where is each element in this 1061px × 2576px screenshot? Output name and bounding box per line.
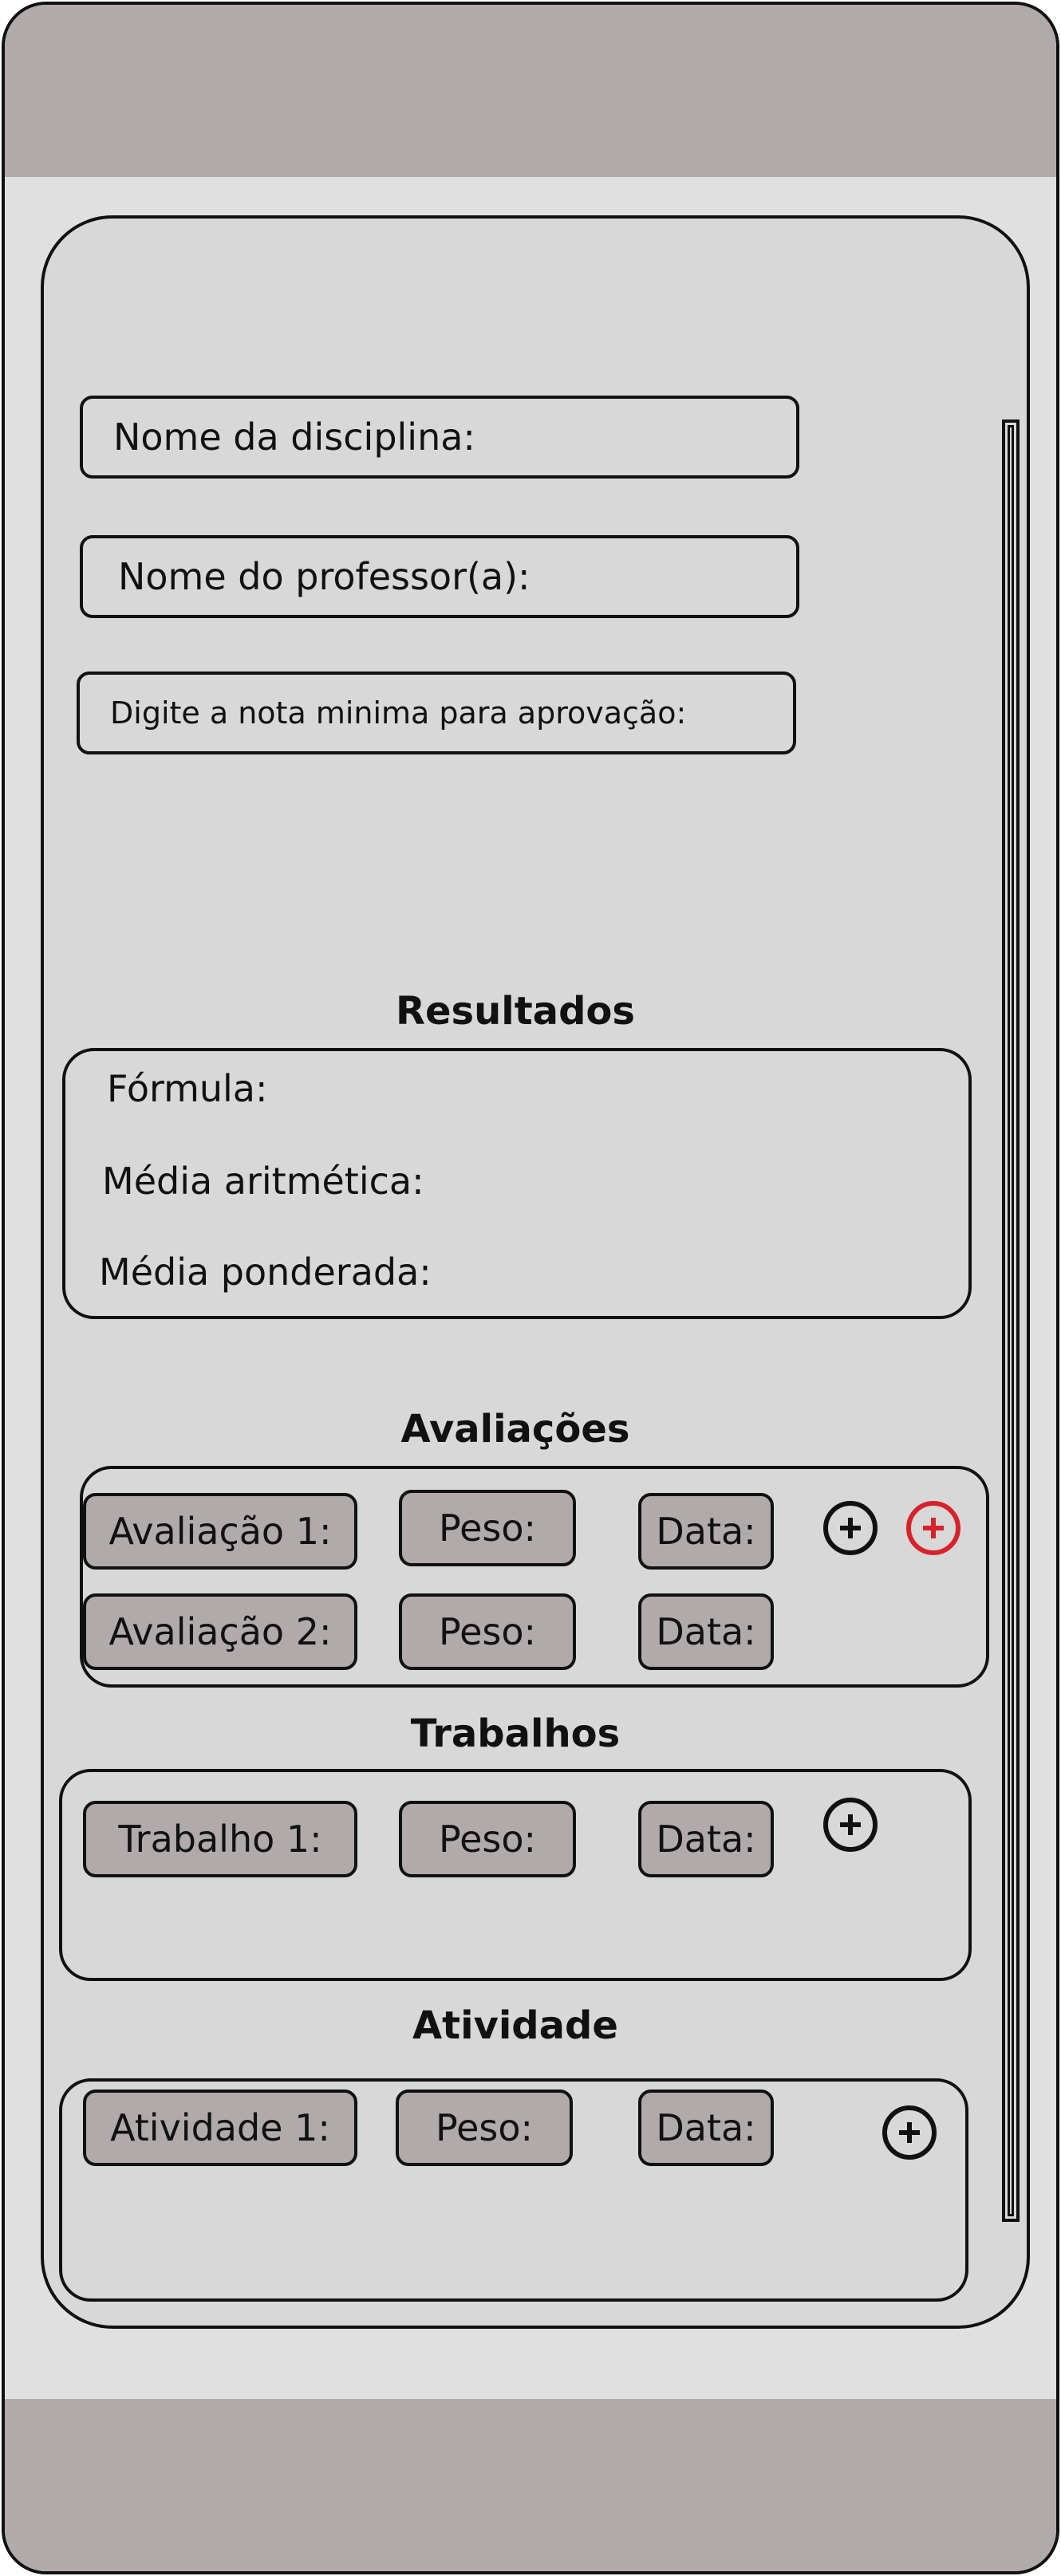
activity-1-name-field[interactable]: Atividade 1:	[83, 2090, 357, 2166]
plus-circle-red-icon[interactable]	[906, 1501, 960, 1555]
activities-title: Atividade	[412, 2003, 618, 2048]
add-assignment-icon[interactable]	[823, 1798, 878, 1852]
evaluations-title: Avaliações	[400, 1407, 630, 1451]
formula-label: Fórmula:	[107, 1067, 268, 1110]
min-grade-field[interactable]: Digite a nota minima para aprovação:	[77, 672, 796, 754]
evaluation-1-name-field[interactable]: Avaliação 1:	[83, 1493, 357, 1570]
bottom-bar	[5, 2399, 1056, 2571]
professor-name-field[interactable]: Nome do professor(a):	[80, 535, 799, 618]
assignment-1-date-field[interactable]: Data:	[638, 1801, 774, 1877]
arithmetic-mean-label: Média aritmética:	[102, 1160, 424, 1203]
discipline-name-field[interactable]: Nome da disciplina:	[80, 396, 799, 479]
add-evaluation-icon[interactable]	[823, 1501, 878, 1555]
add-activity-icon[interactable]	[882, 2105, 937, 2160]
evaluation-2-weight-field[interactable]: Peso:	[399, 1593, 576, 1670]
scrollbar[interactable]	[1002, 419, 1020, 2222]
evaluation-1-date-field[interactable]: Data:	[638, 1493, 774, 1570]
assignments-title: Trabalhos	[410, 1711, 621, 1756]
assignment-1-weight-field[interactable]: Peso:	[399, 1801, 576, 1877]
activity-1-date-field[interactable]: Data:	[638, 2090, 774, 2166]
top-bar	[5, 5, 1056, 177]
weighted-mean-label: Média ponderada:	[99, 1251, 432, 1294]
activity-1-weight-field[interactable]: Peso:	[396, 2090, 573, 2166]
evaluation-2-date-field[interactable]: Data:	[638, 1593, 774, 1670]
min-grade-placeholder: Digite a nota minima para aprovação:	[110, 695, 687, 731]
discipline-name-placeholder: Nome da disciplina:	[113, 416, 475, 459]
evaluation-2-name-field[interactable]: Avaliação 2:	[83, 1593, 357, 1670]
results-title: Resultados	[396, 989, 635, 1034]
professor-name-placeholder: Nome do professor(a):	[118, 555, 530, 598]
phone-frame: Nome da disciplina: Nome do professor(a)…	[2, 2, 1059, 2574]
assignment-1-name-field[interactable]: Trabalho 1:	[83, 1801, 357, 1877]
evaluation-1-weight-field[interactable]: Peso:	[399, 1490, 576, 1566]
scrollbar-thumb[interactable]	[1008, 425, 1014, 2216]
